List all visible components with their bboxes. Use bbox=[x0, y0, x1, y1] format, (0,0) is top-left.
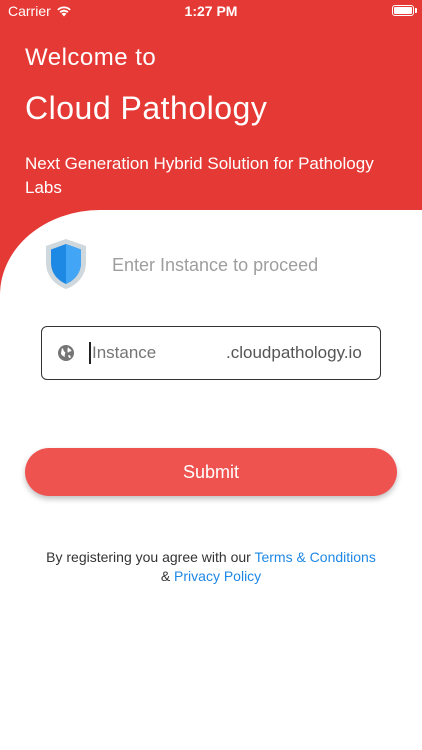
domain-suffix: .cloudpathology.io bbox=[226, 343, 362, 362]
legal-joiner: & bbox=[160, 568, 175, 584]
privacy-link[interactable]: Privacy Policy bbox=[174, 568, 261, 584]
legal-prefix: By registering you agree with our bbox=[46, 549, 255, 565]
welcome-text: Welcome to bbox=[25, 44, 157, 71]
tagline: Next Generation Hybrid Solution for Path… bbox=[25, 154, 374, 197]
status-time: 1:27 PM bbox=[184, 3, 238, 19]
globe-icon bbox=[58, 345, 74, 361]
shield-icon bbox=[46, 239, 86, 289]
battery-level bbox=[394, 7, 412, 14]
battery-icon bbox=[392, 5, 414, 16]
app-title: Cloud Pathology bbox=[25, 90, 268, 126]
submit-button[interactable]: Submit bbox=[25, 448, 397, 496]
battery-tip bbox=[415, 8, 417, 13]
terms-link[interactable]: Terms & Conditions bbox=[254, 549, 375, 565]
status-bar: Carrier 1:27 PM bbox=[0, 0, 422, 24]
legal-notice: By registering you agree with our Terms … bbox=[0, 548, 422, 586]
instance-input[interactable] bbox=[90, 339, 222, 367]
instance-field[interactable]: .cloudpathology.io bbox=[41, 326, 381, 380]
instance-prompt: Enter Instance to proceed bbox=[112, 255, 319, 275]
